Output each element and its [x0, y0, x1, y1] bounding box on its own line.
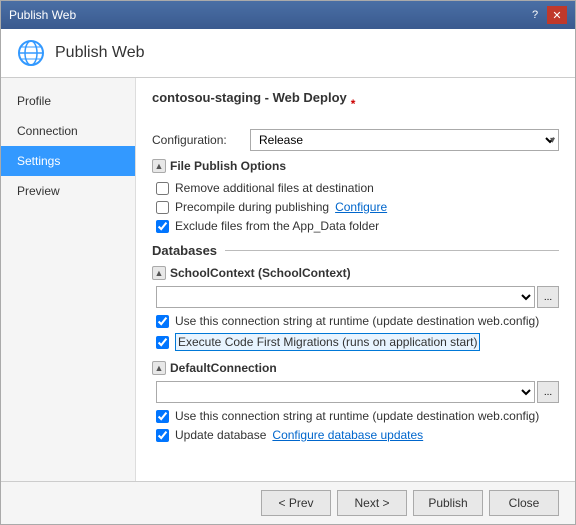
configuration-select[interactable]: Debug Release: [250, 129, 559, 151]
configuration-row: Configuration: Debug Release: [152, 129, 559, 151]
configure-database-updates-link[interactable]: Configure database updates: [272, 428, 423, 442]
file-publish-section-header: ▲ File Publish Options: [152, 159, 559, 173]
school-execute-migrations-label: Execute Code First Migrations (runs on a…: [175, 333, 480, 351]
globe-icon: [17, 39, 45, 67]
dialog-header-title: Publish Web: [55, 44, 145, 62]
sidebar-item-connection[interactable]: Connection: [1, 116, 135, 146]
default-connection-select-row: ...: [152, 381, 559, 403]
school-use-connection-label: Use this connection string at runtime (u…: [175, 314, 539, 328]
remove-additional-checkbox[interactable]: [156, 182, 169, 195]
school-execute-migrations-checkbox[interactable]: [156, 336, 169, 349]
default-update-db-checkbox[interactable]: [156, 429, 169, 442]
school-context-collapse-btn[interactable]: ▲: [152, 266, 166, 280]
school-use-connection-row: Use this connection string at runtime (u…: [152, 314, 559, 328]
school-context-header: ▲ SchoolContext (SchoolContext): [152, 266, 559, 280]
file-publish-collapse-btn[interactable]: ▲: [152, 159, 166, 173]
school-context-label: SchoolContext (SchoolContext): [170, 266, 351, 280]
dialog-footer: < Prev Next > Publish Close: [1, 481, 575, 524]
default-connection-browse-btn[interactable]: ...: [537, 381, 559, 403]
close-button[interactable]: Close: [489, 490, 559, 516]
databases-divider: Databases: [152, 243, 559, 258]
precompile-checkbox[interactable]: [156, 201, 169, 214]
file-publish-label: File Publish Options: [170, 159, 286, 173]
default-use-connection-checkbox[interactable]: [156, 410, 169, 423]
publish-button[interactable]: Publish: [413, 490, 483, 516]
configuration-label: Configuration:: [152, 133, 242, 147]
exclude-app-data-row: Exclude files from the App_Data folder: [152, 219, 559, 233]
required-asterisk: *: [351, 97, 356, 111]
prev-button[interactable]: < Prev: [261, 490, 331, 516]
school-context-select[interactable]: [156, 286, 535, 308]
default-use-connection-label: Use this connection string at runtime (u…: [175, 409, 539, 423]
title-bar-buttons: ? ✕: [525, 6, 567, 24]
page-title: contosou-staging - Web Deploy: [152, 90, 347, 105]
default-connection-select[interactable]: [156, 381, 535, 403]
school-execute-migrations-row: Execute Code First Migrations (runs on a…: [152, 333, 559, 351]
school-context-browse-btn[interactable]: ...: [537, 286, 559, 308]
precompile-row: Precompile during publishing Configure: [152, 200, 559, 214]
school-context-section: ▲ SchoolContext (SchoolContext) ... Use …: [152, 266, 559, 351]
sidebar-item-preview[interactable]: Preview: [1, 176, 135, 206]
next-button[interactable]: Next >: [337, 490, 407, 516]
window-title: Publish Web: [9, 8, 76, 22]
exclude-app-data-label: Exclude files from the App_Data folder: [175, 219, 379, 233]
precompile-configure-link[interactable]: Configure: [335, 200, 387, 214]
configuration-select-wrapper: Debug Release: [250, 129, 559, 151]
default-use-connection-row: Use this connection string at runtime (u…: [152, 409, 559, 423]
close-window-button[interactable]: ✕: [547, 6, 567, 24]
sidebar-item-settings[interactable]: Settings: [1, 146, 135, 176]
default-connection-label: DefaultConnection: [170, 361, 277, 375]
default-update-db-row: Update database Configure database updat…: [152, 428, 559, 442]
divider-line: [225, 250, 559, 251]
publish-web-dialog: Publish Web ? ✕ Publish Web Profile Conn…: [0, 0, 576, 525]
dialog-header: Publish Web: [1, 29, 575, 78]
exclude-app-data-checkbox[interactable]: [156, 220, 169, 233]
sidebar-item-profile[interactable]: Profile: [1, 86, 135, 116]
sidebar: Profile Connection Settings Preview: [1, 78, 136, 481]
remove-additional-row: Remove additional files at destination: [152, 181, 559, 195]
main-content: contosou-staging - Web Deploy * Configur…: [136, 78, 575, 481]
remove-additional-label: Remove additional files at destination: [175, 181, 374, 195]
default-update-db-label: Update database: [175, 428, 266, 442]
school-context-select-row: ...: [152, 286, 559, 308]
databases-label: Databases: [152, 243, 217, 258]
title-bar: Publish Web ? ✕: [1, 1, 575, 29]
help-button[interactable]: ?: [525, 6, 545, 24]
default-connection-collapse-btn[interactable]: ▲: [152, 361, 166, 375]
default-connection-section: ▲ DefaultConnection ... Use this connect…: [152, 361, 559, 442]
dialog-body: Profile Connection Settings Preview cont…: [1, 78, 575, 481]
school-use-connection-checkbox[interactable]: [156, 315, 169, 328]
precompile-label: Precompile during publishing: [175, 200, 329, 214]
default-connection-header: ▲ DefaultConnection: [152, 361, 559, 375]
